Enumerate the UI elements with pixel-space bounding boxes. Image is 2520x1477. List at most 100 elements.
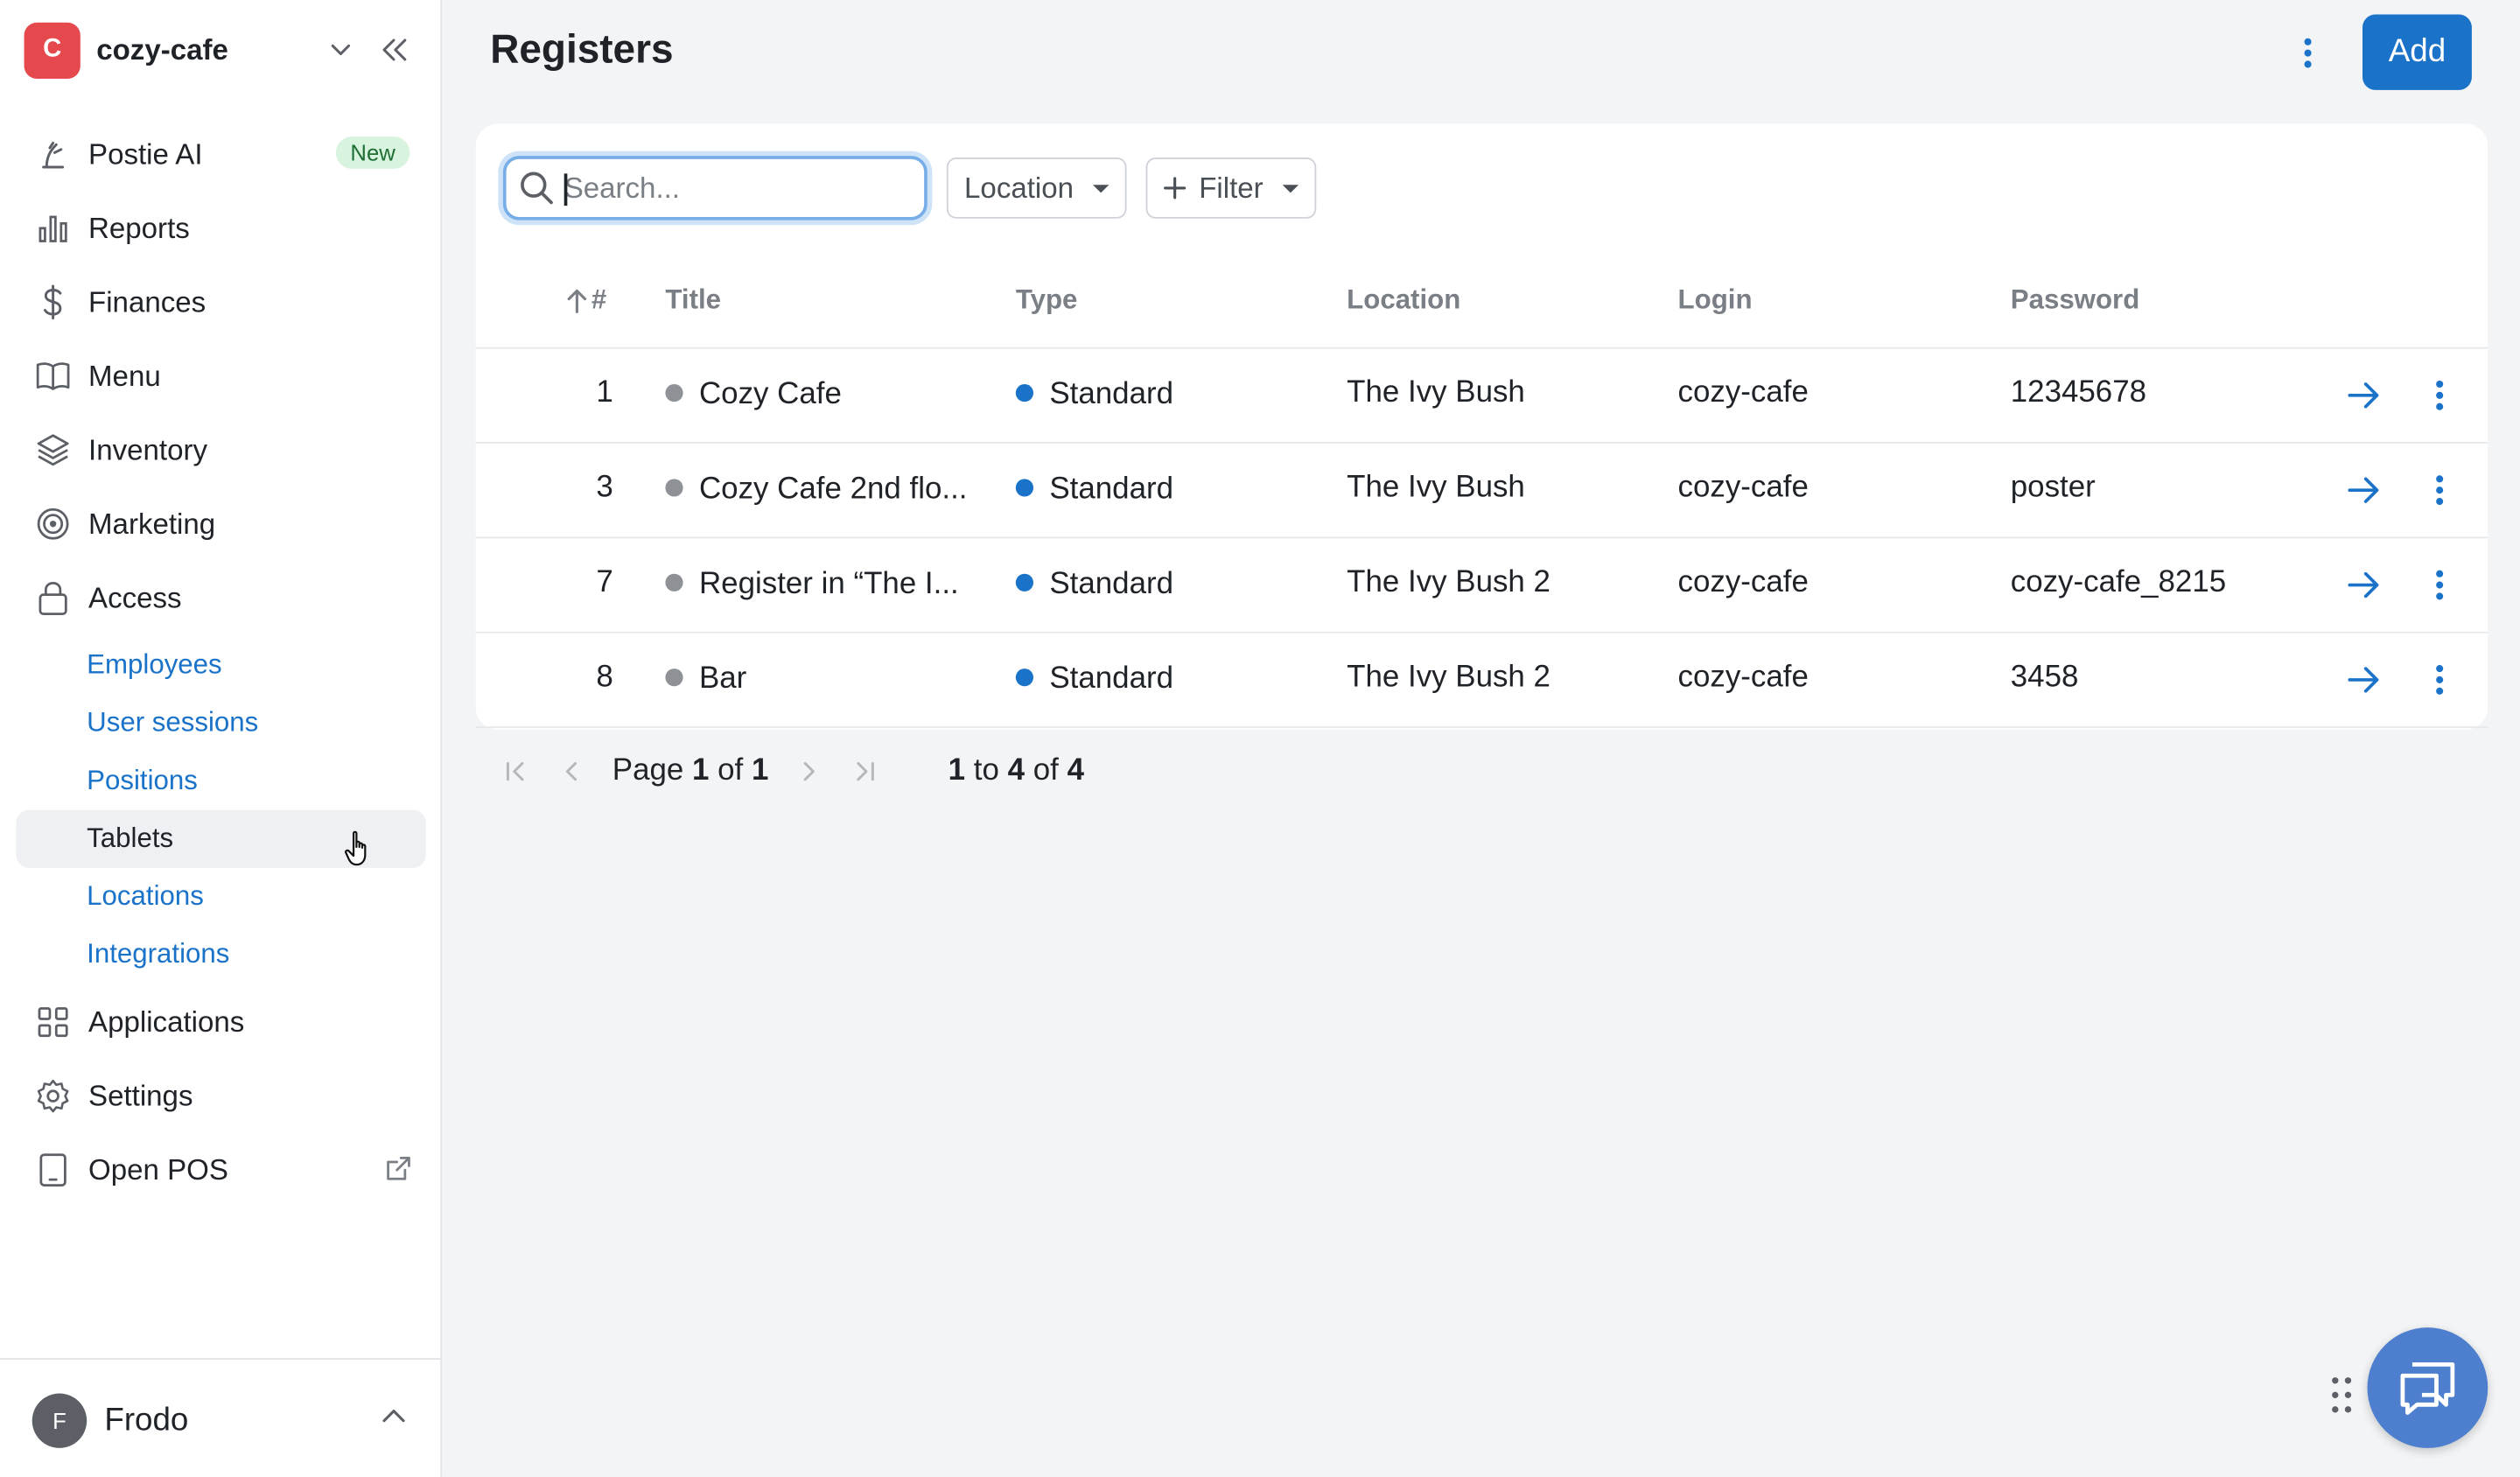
tablet-icon [34, 1151, 73, 1189]
nav-label: Open POS [88, 1152, 228, 1186]
row-type-text: Standard [1049, 567, 1174, 601]
workspace-logo: C [24, 21, 80, 79]
sidebar: C cozy-cafe Postie AI New Reports Financ… [0, 0, 443, 1477]
support-chat-button[interactable] [2367, 1327, 2488, 1448]
type-dot [1015, 383, 1034, 402]
row-password: 12345678 [2010, 375, 2147, 410]
row-divider [475, 536, 2488, 539]
row-title-text: Register in “The I... [698, 567, 959, 601]
column-header-location[interactable]: Location [1347, 284, 1460, 317]
location-dropdown-label: Location [964, 171, 1074, 204]
row-divider [475, 726, 2488, 729]
row-number: 8 [596, 660, 613, 695]
chevron-up-icon[interactable] [381, 1404, 406, 1433]
nav-item-reports[interactable]: Reports [16, 198, 425, 259]
target-icon [34, 505, 73, 543]
sidebar-item-locations[interactable]: Locations [16, 868, 425, 926]
new-badge: New [335, 136, 410, 169]
search-input[interactable] [564, 171, 902, 206]
status-dot [665, 668, 683, 687]
nav-item-menu[interactable]: Menu [16, 346, 425, 407]
row-password: poster [2010, 471, 2096, 505]
row-type: Standard [1015, 472, 1173, 508]
row-more-icon[interactable] [2424, 566, 2456, 605]
nav-label: Reports [88, 211, 190, 244]
nav-label: Access [88, 580, 182, 613]
nav-item-open-pos[interactable]: Open POS [16, 1139, 425, 1200]
nav-item-inventory[interactable]: Inventory [16, 419, 425, 480]
column-header-type[interactable]: Type [1016, 284, 1078, 317]
sidebar-item-user-sessions[interactable]: User sessions [16, 694, 425, 752]
first-page-icon[interactable] [498, 753, 533, 788]
row-password: 3458 [2010, 660, 2079, 695]
page-title: Registers [490, 27, 674, 73]
nav-label: Applications [88, 1004, 245, 1038]
arrow-right-icon[interactable] [2345, 661, 2384, 699]
sidebar-item-integrations[interactable]: Integrations [16, 926, 425, 984]
user-menu[interactable]: F Frodo [0, 1358, 443, 1477]
nav-item-access[interactable]: Access [16, 567, 425, 628]
search-box[interactable] [502, 156, 928, 220]
type-dot [1015, 479, 1034, 497]
caret-down-icon [1282, 184, 1299, 192]
book-icon [34, 357, 73, 396]
workspace-switcher[interactable]: C cozy-cafe [24, 21, 426, 79]
add-button[interactable]: Add [2362, 14, 2472, 90]
page-indicator: Page 1 of 1 [612, 753, 769, 788]
of-word: of [1032, 753, 1059, 788]
status-dot [665, 479, 683, 497]
column-header-title[interactable]: Title [665, 284, 721, 317]
row-more-icon[interactable] [2424, 376, 2456, 415]
row-type-text: Standard [1049, 377, 1174, 412]
filter-label: Filter [1199, 171, 1264, 204]
search-icon [519, 171, 557, 206]
last-page-icon[interactable] [847, 753, 882, 788]
sidebar-item-employees[interactable]: Employees [16, 636, 425, 694]
sidebar-item-positions[interactable]: Positions [16, 752, 425, 810]
arrow-right-icon[interactable] [2345, 566, 2384, 605]
row-type: Standard [1015, 662, 1173, 697]
arrow-right-icon[interactable] [2345, 376, 2384, 415]
sub-item-label: Tablets [87, 822, 174, 854]
nav-item-applications[interactable]: Applications [16, 991, 425, 1053]
nav-label: Postie AI [88, 137, 203, 170]
row-login: cozy-cafe [1677, 565, 1809, 600]
nav-item-postie-ai[interactable]: Postie AI New [16, 123, 425, 185]
collapse-sidebar-icon[interactable] [378, 34, 413, 66]
nav-item-finances[interactable]: Finances [16, 271, 425, 332]
chevron-down-icon[interactable] [325, 34, 357, 66]
row-more-icon[interactable] [2424, 661, 2456, 699]
type-dot [1015, 573, 1034, 592]
nav-label: Settings [88, 1079, 193, 1112]
nav-item-settings[interactable]: Settings [16, 1066, 425, 1127]
column-header-number[interactable]: # [566, 284, 606, 317]
row-more-icon[interactable] [2424, 471, 2456, 509]
total-items: 4 [1067, 753, 1085, 788]
sub-item-label: Integrations [87, 938, 230, 970]
row-number: 3 [596, 471, 613, 505]
next-page-icon[interactable] [791, 753, 826, 788]
external-link-icon [384, 1154, 413, 1191]
dollar-icon [34, 283, 73, 321]
previous-page-icon[interactable] [555, 753, 590, 788]
of-word: of [718, 753, 744, 788]
row-divider [475, 442, 2488, 444]
sub-item-label: Locations [87, 880, 204, 912]
column-header-login[interactable]: Login [1678, 284, 1753, 317]
location-dropdown[interactable]: Location [946, 158, 1127, 219]
sub-item-label: Employees [87, 649, 222, 680]
workspace-name: cozy-cafe [96, 32, 228, 66]
nav-item-marketing[interactable]: Marketing [16, 494, 425, 555]
drag-handle-icon[interactable] [2328, 1374, 2354, 1424]
row-title: Cozy Cafe 2nd flo... [665, 472, 967, 508]
arrow-right-icon[interactable] [2345, 471, 2384, 509]
caret-down-icon [1093, 184, 1110, 192]
range-start: 1 [948, 753, 966, 788]
column-header-password[interactable]: Password [2011, 284, 2140, 317]
total-pages: 1 [751, 753, 769, 788]
filter-button[interactable]: Filter [1145, 158, 1317, 219]
nav-label: Menu [88, 359, 161, 392]
text-caret [564, 173, 568, 206]
more-options-icon[interactable] [2289, 32, 2328, 74]
user-name: Frodo [104, 1403, 189, 1438]
